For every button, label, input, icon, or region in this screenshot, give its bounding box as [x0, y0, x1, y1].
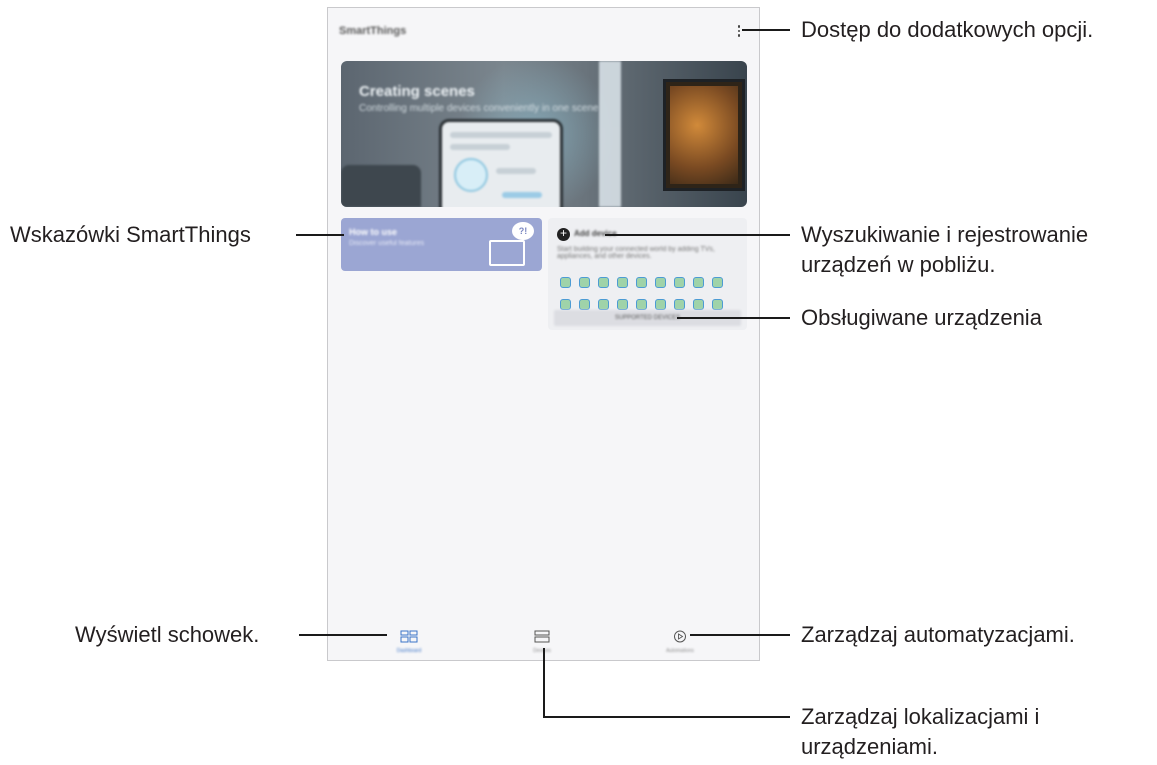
air-purifier-illustration — [599, 61, 621, 207]
callout-automations: Zarządzaj automatyzacjami. — [801, 622, 1075, 647]
scenes-banner[interactable]: Creating scenes Controlling multiple dev… — [341, 61, 747, 207]
automations-icon — [674, 630, 686, 643]
leader-line-more-options — [742, 29, 790, 31]
tips-title: How to use — [349, 227, 398, 237]
tab-devices[interactable]: Devices — [524, 630, 560, 656]
tab-dashboard-label: Dashboard — [396, 648, 422, 654]
app-title: SmartThings — [339, 25, 407, 37]
tab-dashboard[interactable]: Dashboard — [391, 630, 427, 656]
tab-devices-label: Devices — [533, 648, 551, 654]
tv-illustration — [663, 79, 745, 191]
leader-line-dashboard — [299, 634, 387, 636]
device-frame: SmartThings Creating scenes Controlling … — [327, 7, 760, 661]
add-device-description: Start building your connected world by a… — [557, 246, 715, 260]
callout-dashboard: Wyświetl schowek. — [75, 622, 260, 647]
callout-devices-line2: urządzeniami. — [801, 734, 938, 759]
leader-line-automations — [690, 634, 790, 636]
tab-automations-label: Automations — [666, 648, 694, 654]
devices-icon — [534, 630, 550, 643]
add-icon[interactable] — [557, 226, 570, 241]
tips-subtitle: Discover useful features — [349, 240, 425, 247]
callout-more-options: Dostęp do dodatkowych opcji. — [801, 17, 1094, 42]
callout-devices-line1: Zarządzaj lokalizacjami i — [801, 704, 1040, 729]
banner-title: Creating scenes — [359, 83, 475, 100]
book-icon — [489, 240, 525, 266]
app-screen: SmartThings Creating scenes Controlling … — [328, 8, 759, 660]
chair-illustration — [341, 165, 421, 207]
banner-subtitle: Controlling multiple devices convenientl… — [359, 103, 599, 114]
callout-tips: Wskazówki SmartThings — [10, 222, 251, 247]
tips-card[interactable]: How to use Discover useful features ?! — [341, 218, 542, 271]
leader-line-tips — [296, 234, 344, 236]
leader-line-devices-vertical — [543, 648, 545, 718]
more-options-icon[interactable] — [736, 25, 742, 39]
callout-add-device-line1: Wyszukiwanie i rejestrowanie — [801, 222, 1089, 247]
callout-add-device-line2: urządzeń w pobliżu. — [801, 252, 996, 277]
leader-line-supported-devices — [677, 317, 790, 319]
phone-illustration — [439, 119, 563, 207]
dashboard-icon — [400, 630, 418, 643]
callout-supported-devices: Obsługiwane urządzenia — [801, 305, 1042, 330]
leader-line-devices-horizontal — [543, 716, 790, 718]
tips-badge: ?! — [512, 222, 534, 240]
leader-line-add-device — [605, 234, 790, 236]
